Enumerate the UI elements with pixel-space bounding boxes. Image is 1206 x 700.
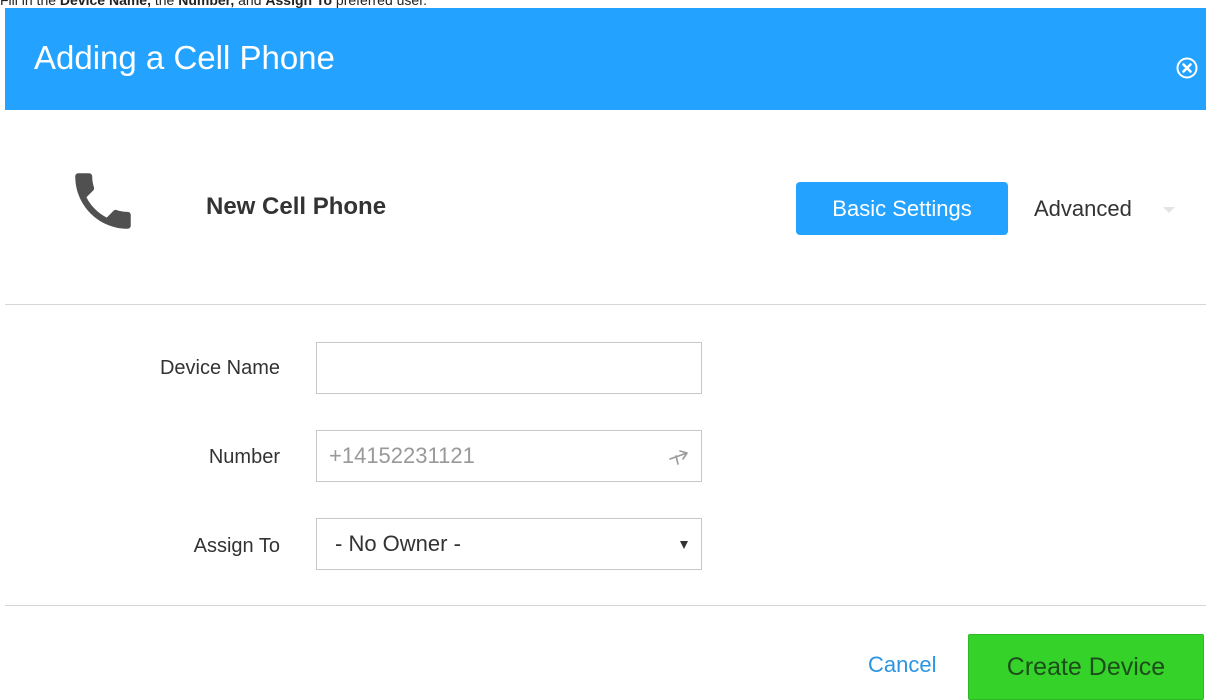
instruction-number: Number,: [178, 0, 235, 8]
page: Fill in the Device Name, the Number, and…: [0, 0, 1206, 700]
chevron-down-icon: [680, 541, 688, 549]
instruction-suffix: preferred user.: [332, 0, 427, 8]
cancel-button[interactable]: Cancel: [868, 650, 936, 680]
device-name-label: Device Name: [159, 357, 280, 379]
create-device-button[interactable]: Create Device: [968, 634, 1204, 700]
modal-title: Adding a Cell Phone: [34, 39, 335, 76]
assign-to-selected-value: - No Owner -: [335, 531, 461, 556]
close-icon[interactable]: [1176, 57, 1198, 79]
device-name-field-box: [316, 342, 702, 394]
tab-advanced[interactable]: Advanced: [1034, 194, 1132, 224]
chevron-down-icon[interactable]: [1163, 207, 1175, 213]
number-label: Number: [208, 446, 280, 468]
assign-to-select[interactable]: - No Owner -: [316, 518, 702, 570]
device-title: New Cell Phone: [206, 193, 387, 220]
number-field-box: [316, 430, 702, 482]
number-input[interactable]: [317, 431, 649, 481]
instruction-assign-to: Assign To: [265, 0, 333, 8]
divider-top: [5, 304, 1206, 305]
device-name-input[interactable]: [317, 343, 649, 393]
assign-to-label: Assign To: [193, 535, 280, 557]
instruction-device-name: Device Name,: [59, 0, 151, 8]
instruction-mid1: the: [150, 0, 179, 8]
phone-icon: [66, 164, 140, 238]
tab-basic-settings[interactable]: Basic Settings: [796, 182, 1008, 235]
divider-bottom: [5, 605, 1206, 606]
instruction-mid2: and: [234, 0, 266, 8]
phone-forward-icon[interactable]: [667, 445, 691, 467]
modal-header: Adding a Cell Phone: [5, 8, 1206, 110]
instruction-prefix: Fill in the: [0, 0, 60, 8]
